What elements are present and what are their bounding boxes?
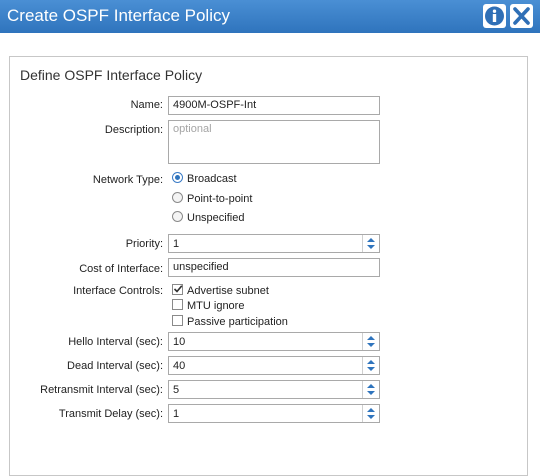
retransmit-interval-value: 5 <box>173 384 180 396</box>
description-label: Description: <box>104 124 163 136</box>
dialog-title: Create OSPF Interface Policy <box>7 6 230 25</box>
transmit-delay-value: 1 <box>173 408 180 420</box>
radio-unspecified-label: Unspecified <box>187 212 245 224</box>
mtu-ignore-label: MTU ignore <box>187 300 245 312</box>
retransmit-interval-stepper[interactable]: 5 <box>168 380 380 399</box>
checkbox-icon <box>172 299 183 310</box>
network-type-label: Network Type: <box>92 174 163 186</box>
name-label: Name: <box>130 99 163 111</box>
name-input[interactable]: 4900M-OSPF-Int <box>168 96 380 115</box>
checkbox-advertise-subnet[interactable]: Advertise subnet <box>172 284 269 297</box>
radio-broadcast-label: Broadcast <box>187 173 237 185</box>
priority-label: Priority: <box>125 238 163 250</box>
transmit-delay-label: Transmit Delay (sec): <box>58 408 163 420</box>
close-button[interactable] <box>510 4 533 28</box>
close-icon <box>510 4 533 28</box>
dead-interval-value: 40 <box>173 360 186 372</box>
retransmit-interval-label: Retransmit Interval (sec): <box>40 384 163 396</box>
radio-selected-icon <box>172 172 183 183</box>
cost-label: Cost of Interface: <box>79 263 163 275</box>
stepper-arrows-icon[interactable] <box>362 235 379 252</box>
panel-title: Define OSPF Interface Policy <box>20 67 203 83</box>
stepper-arrows-icon[interactable] <box>362 405 379 422</box>
checkbox-passive-participation[interactable]: Passive participation <box>172 315 288 328</box>
dead-interval-stepper[interactable]: 40 <box>168 356 380 375</box>
interface-controls-label: Interface Controls: <box>73 285 163 297</box>
checkbox-mtu-ignore[interactable]: MTU ignore <box>172 299 244 312</box>
dialog-titlebar: Create OSPF Interface Policy <box>0 0 540 33</box>
radio-point-to-point-label: Point-to-point <box>187 193 253 205</box>
priority-stepper[interactable]: 1 <box>168 234 380 253</box>
radio-icon <box>172 192 183 203</box>
passive-participation-label: Passive participation <box>187 316 288 328</box>
radio-unspecified[interactable]: Unspecified <box>172 211 244 224</box>
radio-broadcast[interactable]: Broadcast <box>172 172 237 185</box>
radio-point-to-point[interactable]: Point-to-point <box>172 192 252 205</box>
checkbox-checked-icon <box>172 284 183 295</box>
cost-input[interactable]: unspecified <box>168 258 380 277</box>
hello-interval-value: 10 <box>173 336 186 348</box>
stepper-arrows-icon[interactable] <box>362 357 379 374</box>
stepper-arrows-icon[interactable] <box>362 381 379 398</box>
stepper-arrows-icon[interactable] <box>362 333 379 350</box>
hello-interval-label: Hello Interval (sec): <box>68 336 163 348</box>
advertise-subnet-label: Advertise subnet <box>187 285 269 297</box>
transmit-delay-stepper[interactable]: 1 <box>168 404 380 423</box>
hello-interval-stepper[interactable]: 10 <box>168 332 380 351</box>
info-button[interactable] <box>483 4 506 28</box>
radio-icon <box>172 211 183 222</box>
checkbox-icon <box>172 315 183 326</box>
dead-interval-label: Dead Interval (sec): <box>67 360 163 372</box>
info-icon <box>483 4 506 28</box>
description-textarea[interactable]: optional <box>168 120 380 164</box>
priority-value: 1 <box>173 238 180 250</box>
